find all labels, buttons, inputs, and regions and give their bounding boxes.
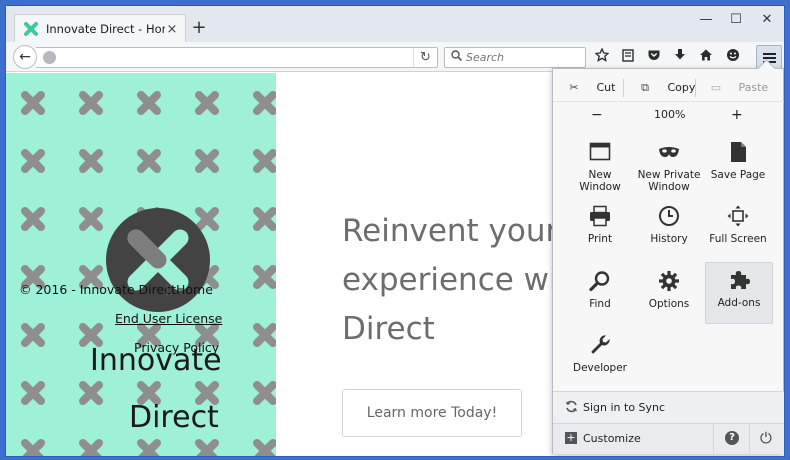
add-ons-label: Add-ons: [717, 297, 761, 309]
developer-button[interactable]: Developer: [567, 328, 633, 388]
footer-separator: |: [165, 281, 170, 296]
help-icon: ?: [725, 431, 739, 445]
globe-icon: [43, 51, 56, 64]
menu-bar-line: [763, 57, 776, 59]
new-private-window-button[interactable]: New Private Window: [636, 135, 702, 195]
save-page-button[interactable]: Save Page: [705, 135, 771, 195]
innovate-favicon-icon: [23, 21, 39, 37]
plus-square-icon: +: [565, 431, 577, 444]
find-label: Find: [589, 298, 611, 310]
zoom-in-button[interactable]: +: [731, 102, 743, 128]
help-button[interactable]: ?: [713, 424, 749, 454]
edit-controls: ✂ Cut ⧉ Copy ▭ Paste: [553, 75, 784, 101]
add-ons-button[interactable]: Add-ons: [705, 262, 773, 324]
brand-name-line2: Direct: [129, 400, 219, 435]
options-label: Options: [648, 298, 690, 310]
copyright-text: © 2016 - Innovate Direct: [19, 282, 176, 297]
zoom-level-button[interactable]: 100%: [654, 102, 685, 128]
download-icon[interactable]: [670, 48, 690, 68]
search-input[interactable]: [466, 49, 581, 66]
search-icon: [451, 50, 463, 64]
copy-button[interactable]: ⧉ Copy: [638, 75, 695, 101]
puzzle-icon: [728, 269, 750, 291]
power-icon: ⏻: [760, 429, 772, 447]
smiley-icon[interactable]: [723, 48, 743, 68]
magnifier-icon: [589, 270, 611, 292]
edit-divider: [623, 79, 624, 97]
customize-button[interactable]: + Customize: [553, 424, 713, 454]
save-page-label: Save Page: [710, 169, 766, 181]
menu-bar-line: [763, 53, 776, 55]
clipboard-icon: ▭: [710, 81, 722, 94]
window-icon: [589, 141, 611, 163]
copy-icon: ⧉: [641, 81, 649, 94]
new-tab-button[interactable]: +: [188, 18, 210, 38]
pocket-icon[interactable]: [644, 48, 664, 68]
paste-button[interactable]: ▭ Paste: [709, 75, 768, 101]
full-screen-label: Full Screen: [709, 233, 767, 245]
new-window-button[interactable]: New Window: [567, 135, 633, 195]
bookmarks-library-icon[interactable]: [618, 48, 638, 68]
browser-menu-panel: ✂ Cut ⧉ Copy ▭ Paste − 100% + New Window…: [552, 68, 784, 454]
tab-strip: Innovate Direct - Home P... × + — ☐ ✕: [6, 6, 784, 43]
copy-label: Copy: [667, 81, 696, 94]
clock-icon: [658, 205, 680, 227]
mask-icon: [658, 141, 680, 163]
close-window-button[interactable]: ✕: [752, 9, 782, 31]
tab-close-icon[interactable]: ×: [165, 22, 179, 37]
panel-footer: + Customize ? ⏻: [553, 423, 784, 454]
gear-icon: [658, 270, 680, 292]
wrench-icon: [589, 334, 611, 356]
brand-name-line1: Innovate: [90, 343, 222, 378]
find-button[interactable]: Find: [567, 264, 633, 324]
paste-label: Paste: [738, 81, 769, 94]
zoom-out-button[interactable]: −: [591, 102, 603, 128]
search-box[interactable]: [444, 47, 586, 68]
cut-button[interactable]: ✂ Cut: [567, 75, 615, 101]
edit-divider: [695, 79, 696, 97]
browser-window: Innovate Direct - Home P... × + — ☐ ✕ ↻ …: [5, 5, 785, 457]
home-link[interactable]: Home: [176, 282, 213, 297]
page-icon: [727, 141, 749, 163]
history-label: History: [650, 233, 688, 245]
tab-title: Innovate Direct - Home P...: [46, 22, 165, 36]
eula-link[interactable]: End User License: [115, 311, 222, 326]
options-button[interactable]: Options: [636, 264, 702, 324]
sign-in-to-sync-button[interactable]: Sign in to Sync: [553, 391, 784, 423]
new-window-label: New Window: [579, 169, 621, 193]
fullscreen-icon: [727, 205, 749, 227]
home-icon[interactable]: [696, 48, 716, 68]
customize-label: Customize: [583, 432, 641, 445]
sign-in-label: Sign in to Sync: [583, 401, 666, 414]
reload-button[interactable]: ↻: [413, 48, 437, 67]
sync-icon: [565, 400, 578, 416]
minimize-button[interactable]: —: [691, 9, 721, 31]
maximize-button[interactable]: ☐: [721, 9, 751, 31]
new-private-window-label: New Private Window: [637, 169, 701, 193]
history-button[interactable]: History: [636, 199, 702, 259]
hero-headline-line3: Direct: [342, 311, 435, 347]
zoom-controls: − 100% +: [553, 101, 784, 128]
developer-label: Developer: [572, 362, 627, 374]
bookmark-star-icon[interactable]: [592, 47, 612, 68]
learn-more-button[interactable]: Learn more Today!: [342, 389, 522, 437]
hero-headline-line1: Reinvent your b: [342, 213, 588, 249]
back-button[interactable]: ←: [13, 45, 37, 69]
scissors-icon: ✂: [569, 81, 579, 94]
tab-innovate-direct[interactable]: Innovate Direct - Home P... ×: [14, 14, 186, 43]
print-label: Print: [587, 233, 613, 245]
full-screen-button[interactable]: Full Screen: [705, 199, 771, 259]
url-bar[interactable]: ↻: [36, 47, 438, 68]
print-button[interactable]: Print: [567, 199, 633, 259]
printer-icon: [589, 205, 611, 227]
cut-label: Cut: [596, 81, 616, 94]
quit-button[interactable]: ⏻: [749, 424, 784, 454]
